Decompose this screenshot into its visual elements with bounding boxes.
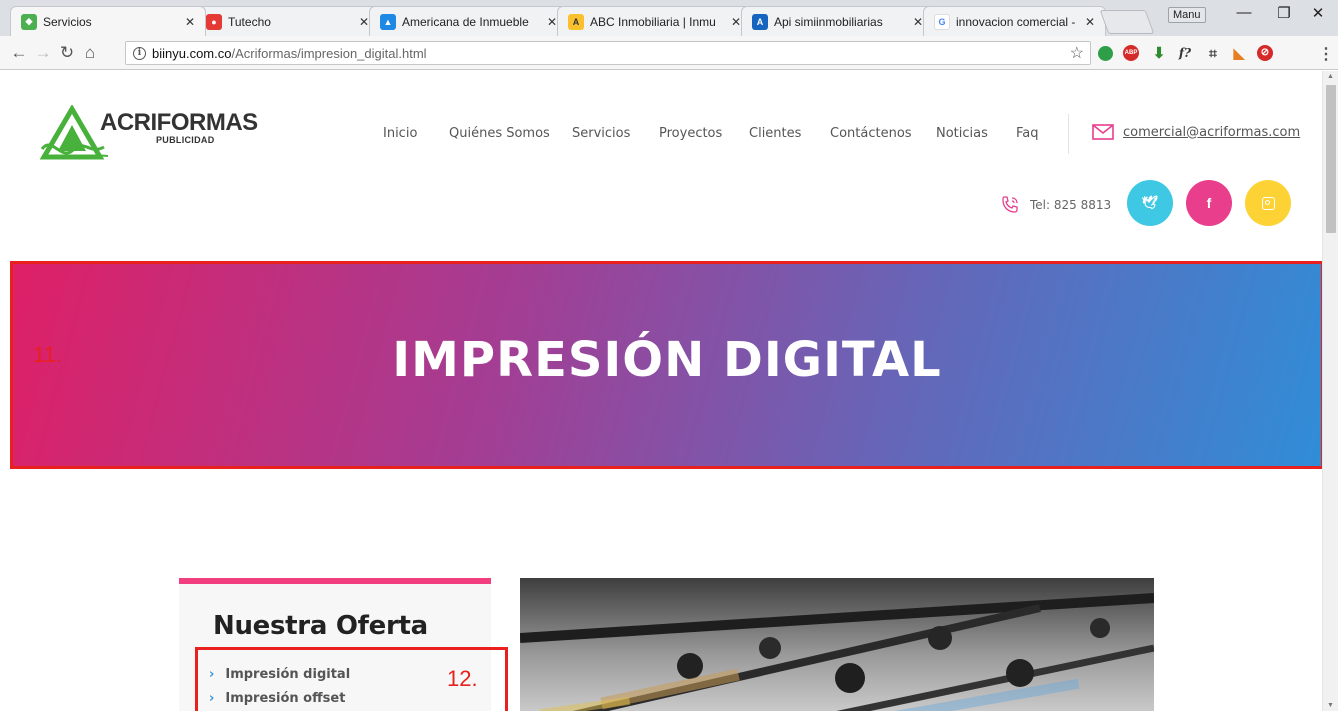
nav-noticias[interactable]: Noticias — [936, 126, 988, 141]
tab-innovacion[interactable]: G innovacion comercial - | ✕ — [923, 6, 1106, 36]
forward-icon[interactable]: → — [32, 43, 54, 63]
address-bar[interactable]: i biinyu.com.co /Acriformas/impresion_di… — [125, 41, 1091, 65]
tab-favicon-icon: A — [752, 13, 768, 30]
instagram-icon — [1261, 196, 1275, 210]
annotation-label-12: 12. — [447, 666, 478, 691]
scroll-down-icon[interactable]: ▼ — [1327, 702, 1334, 709]
tab-label: Api simiinmobiliarias — [774, 14, 883, 29]
page-title: IMPRESIÓN DIGITAL — [392, 332, 942, 388]
tab-close-icon[interactable]: ✕ — [547, 15, 557, 29]
tab-label: Tutecho — [228, 14, 271, 29]
facebook-icon: f — [1206, 195, 1212, 211]
menu-kebab-icon[interactable]: ⋮ — [1318, 44, 1334, 64]
tab-americana[interactable]: ▲ Americana de Inmueble ✕ — [369, 6, 568, 36]
nav-quienes-somos[interactable]: Quiénes Somos — [449, 126, 550, 141]
email-link[interactable]: comercial@acriformas.com — [1092, 124, 1300, 140]
tab-favicon-icon: A — [568, 13, 584, 30]
phone-text: Tel: 825 8813 — [1030, 198, 1112, 212]
tab-close-icon[interactable]: ✕ — [731, 15, 741, 29]
nav-contactenos[interactable]: Contáctenos — [830, 126, 912, 141]
scrollbar-thumb[interactable] — [1326, 85, 1336, 233]
phone-contact: Tel: 825 8813 — [1000, 195, 1111, 215]
page-scrollbar[interactable]: ▲ ▼ — [1322, 71, 1338, 711]
block-extension-icon[interactable]: ⊘ — [1256, 44, 1274, 62]
scroll-up-icon[interactable]: ▲ — [1327, 73, 1334, 80]
home-icon[interactable]: ⌂ — [79, 43, 101, 63]
facebook-button[interactable]: f — [1186, 180, 1232, 226]
nav-proyectos[interactable]: Proyectos — [659, 126, 722, 141]
instagram-button[interactable] — [1245, 180, 1291, 226]
web-page: ACRIFORMAS PUBLICIDAD Inicio Quiénes Som… — [0, 71, 1322, 711]
tab-close-icon[interactable]: ✕ — [1085, 15, 1095, 29]
address-path: /Acriformas/impresion_digital.html — [231, 45, 427, 61]
twitter-button[interactable]: 🕊 — [1127, 180, 1173, 226]
tab-label: ABC Inmobiliaria | Inmu — [590, 14, 716, 29]
tab-label: Americana de Inmueble — [402, 14, 529, 29]
tab-favicon-icon: ◆ — [21, 13, 37, 30]
browser-toolbar: ← → ↻ ⌂ i biinyu.com.co /Acriformas/impr… — [0, 36, 1338, 70]
annotation-box-12: 12. — [195, 647, 508, 711]
capture-extension-icon[interactable]: ⌗ — [1204, 44, 1222, 62]
rss-extension-icon[interactable]: ◣ — [1230, 44, 1248, 62]
sidebar-title: Nuestra Oferta — [213, 611, 428, 641]
nav-divider — [1068, 114, 1069, 154]
profile-button[interactable]: Manu — [1168, 7, 1206, 23]
tab-favicon-icon: G — [934, 13, 950, 30]
phone-icon — [1002, 196, 1018, 213]
email-text: comercial@acriformas.com — [1123, 124, 1301, 140]
address-host: biinyu.com.co — [152, 45, 232, 61]
tab-close-icon[interactable]: ✕ — [359, 15, 369, 29]
new-tab-button[interactable] — [1099, 10, 1155, 34]
download-extension-icon[interactable]: ⬇ — [1150, 44, 1168, 62]
back-icon[interactable]: ← — [8, 43, 30, 63]
bookmark-star-icon[interactable]: ☆ — [1070, 43, 1084, 63]
annotation-label-11: 11. — [33, 342, 62, 367]
twitter-icon: 🕊 — [1141, 195, 1159, 210]
tab-label: Servicios — [43, 14, 92, 29]
restore-icon[interactable]: ❐ — [1269, 4, 1299, 22]
tab-favicon-icon: ● — [206, 13, 222, 30]
font-finder-icon[interactable]: f? — [1176, 44, 1194, 62]
site-info-icon[interactable]: i — [133, 46, 146, 60]
reload-icon[interactable]: ↻ — [56, 43, 78, 63]
printing-press-photo — [520, 578, 1154, 711]
tab-label: innovacion comercial - | — [956, 14, 1079, 29]
nav-inicio[interactable]: Inicio — [383, 126, 417, 141]
tab-favicon-icon: ▲ — [380, 13, 396, 30]
hero-banner: IMPRESIÓN DIGITAL 11. — [10, 261, 1322, 469]
tab-servicios[interactable]: ◆ Servicios ✕ — [10, 6, 206, 36]
tab-abc-inmobiliaria[interactable]: A ABC Inmobiliaria | Inmu ✕ — [557, 6, 752, 36]
nav-faq[interactable]: Faq — [1016, 126, 1039, 141]
browser-tab-bar: ◆ Servicios ✕ ● Tutecho ✕ ▲ Americana de… — [0, 0, 1338, 36]
whatsapp-extension-icon[interactable] — [1096, 44, 1114, 62]
tab-close-icon[interactable]: ✕ — [913, 15, 923, 29]
nav-clientes[interactable]: Clientes — [749, 126, 801, 141]
printing-machine-image — [520, 593, 1154, 711]
tab-api-simi[interactable]: A Api simiinmobiliarias ✕ — [741, 6, 934, 36]
tab-close-icon[interactable]: ✕ — [185, 15, 195, 29]
tab-tutecho[interactable]: ● Tutecho ✕ — [195, 6, 380, 36]
close-window-icon[interactable]: ✕ — [1303, 4, 1333, 22]
minimize-icon[interactable]: — — [1229, 4, 1259, 21]
envelope-icon — [1092, 124, 1114, 140]
adblock-plus-icon[interactable]: ABP — [1122, 44, 1140, 62]
nav-servicios[interactable]: Servicios — [572, 126, 630, 141]
